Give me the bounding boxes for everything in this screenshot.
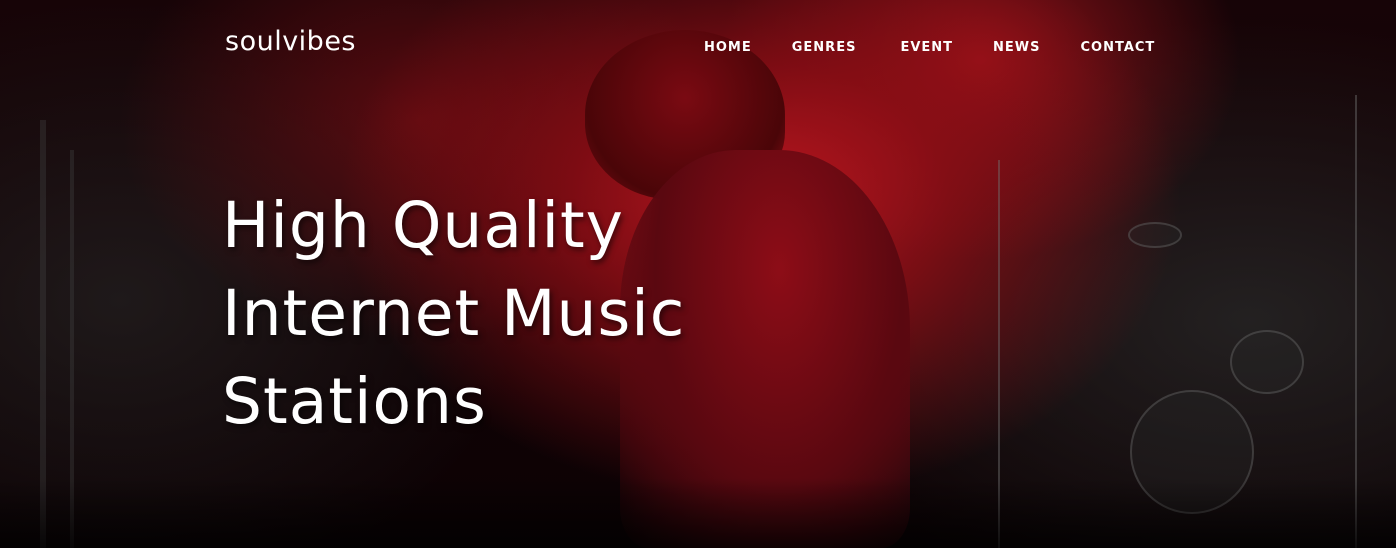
nav-news[interactable]: NEWS [993, 40, 1040, 55]
nav-contact[interactable]: CONTACT [1080, 40, 1155, 55]
hero-headline: High Quality Internet Music Stations [222, 182, 685, 446]
headline-line-2: Internet Music [222, 277, 686, 350]
main-nav: HOME GENRES EVENT NEWS CONTACT [704, 40, 1195, 55]
nav-home[interactable]: HOME [704, 40, 752, 55]
stage-floor-shadow [0, 478, 1396, 548]
headline-line-3: Stations [222, 365, 487, 438]
nav-event[interactable]: EVENT [900, 40, 953, 55]
nav-genres[interactable]: GENRES [792, 40, 857, 55]
drum-kit-tom [1230, 330, 1304, 394]
headline-line-1: High Quality [222, 189, 624, 262]
hero-section: soulvibes HOME GENRES EVENT NEWS CONTACT… [0, 0, 1396, 548]
brand-logo[interactable]: soulvibes [225, 26, 356, 57]
concert-background-image [0, 0, 1396, 548]
drum-kit-cymbal [1128, 222, 1182, 248]
